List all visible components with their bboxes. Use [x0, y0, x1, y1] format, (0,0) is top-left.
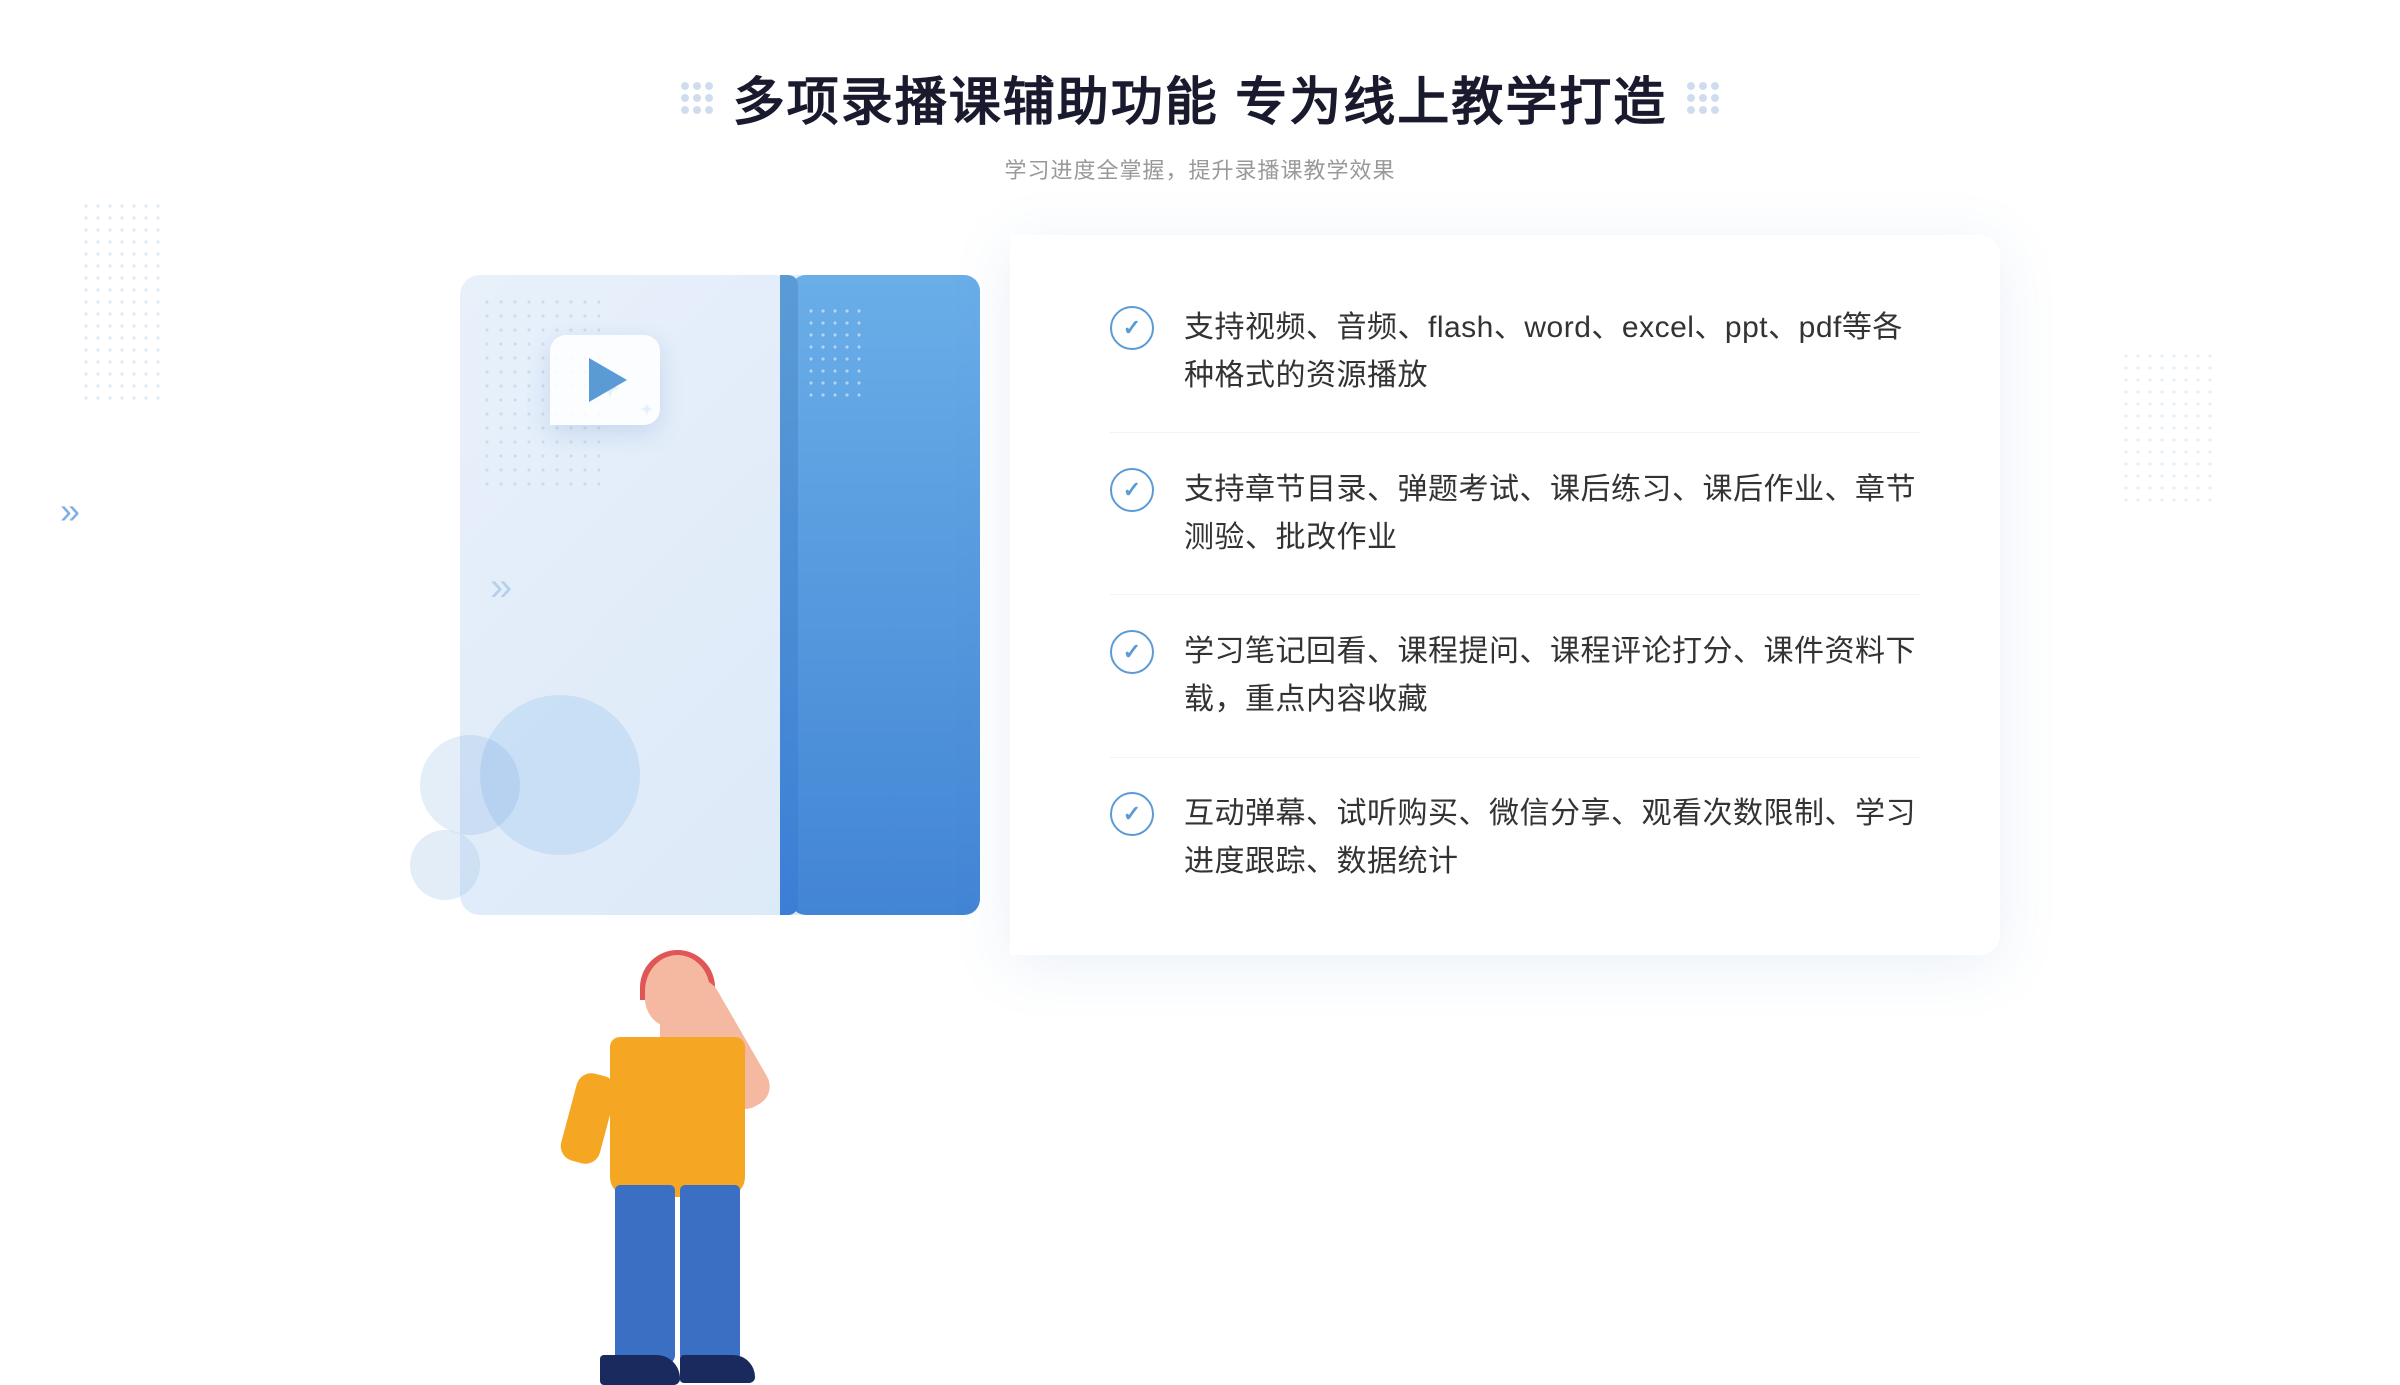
divider-1: [1110, 432, 1920, 433]
person-figure: [500, 355, 820, 955]
divider-2: [1110, 594, 1920, 595]
page-container: » 多项录播课辅助功能 专为线上教学打造 学习进度全掌握，提升录播课教学效果: [0, 0, 2400, 974]
header-decorators: 多项录播课辅助功能 专为线上教学打造: [681, 60, 1719, 135]
feature-item-2: ✓ 支持章节目录、弹题考试、课后练习、课后作业、章节测验、批改作业: [1110, 456, 1920, 572]
bg-dots-right: [2120, 350, 2220, 510]
feature-1-check-icon: ✓: [1110, 306, 1154, 350]
checkmark-3: ✓: [1123, 641, 1141, 663]
feature-3-check-icon: ✓: [1110, 630, 1154, 674]
oval-decoration: [410, 830, 480, 900]
dot-grid-left: [681, 82, 713, 114]
chevron-left-decoration: »: [60, 490, 80, 532]
feature-2-text: 支持章节目录、弹题考试、课后练习、课后作业、章节测验、批改作业: [1184, 466, 1920, 562]
check-circle-4: ✓: [1110, 792, 1154, 836]
feature-2-check-icon: ✓: [1110, 468, 1154, 512]
feature-item-4: ✓ 互动弹幕、试听购买、微信分享、观看次数限制、学习进度跟踪、数据统计: [1110, 780, 1920, 896]
checkmark-4: ✓: [1123, 803, 1141, 825]
feature-item-3: ✓ 学习笔记回看、课程提问、课程评论打分、课件资料下载，重点内容收藏: [1110, 618, 1920, 734]
feature-4-text: 互动弹幕、试听购买、微信分享、观看次数限制、学习进度跟踪、数据统计: [1184, 790, 1920, 886]
person-shoe-left: [600, 1355, 680, 1385]
feature-4-check-icon: ✓: [1110, 792, 1154, 836]
main-content: » ✦ ✦: [400, 235, 2000, 955]
feature-1-text: 支持视频、音频、flash、word、excel、ppt、pdf等各种格式的资源…: [1184, 304, 1920, 400]
person-pants-right: [680, 1185, 740, 1365]
checkmark-2: ✓: [1123, 479, 1141, 501]
illustration-panel: » ✦ ✦: [400, 235, 1020, 955]
check-circle-1: ✓: [1110, 306, 1154, 350]
dot-grid-right: [1687, 82, 1719, 114]
page-subtitle: 学习进度全掌握，提升录播课教学效果: [681, 153, 1719, 185]
checkmark-1: ✓: [1123, 317, 1141, 339]
check-circle-3: ✓: [1110, 630, 1154, 674]
check-circle-2: ✓: [1110, 468, 1154, 512]
bg-dots-left: [80, 200, 160, 400]
header-section: 多项录播课辅助功能 专为线上教学打造 学习进度全掌握，提升录播课教学效果: [681, 60, 1719, 185]
person-shoe-right: [680, 1355, 755, 1383]
page-title: 多项录播课辅助功能 专为线上教学打造: [733, 60, 1667, 135]
person-torso: [610, 1037, 745, 1197]
person-pants-left: [615, 1185, 675, 1365]
divider-3: [1110, 757, 1920, 758]
feature-3-text: 学习笔记回看、课程提问、课程评论打分、课件资料下载，重点内容收藏: [1184, 628, 1920, 724]
feature-item-1: ✓ 支持视频、音频、flash、word、excel、ppt、pdf等各种格式的…: [1110, 294, 1920, 410]
features-panel: ✓ 支持视频、音频、flash、word、excel、ppt、pdf等各种格式的…: [1010, 235, 2000, 955]
